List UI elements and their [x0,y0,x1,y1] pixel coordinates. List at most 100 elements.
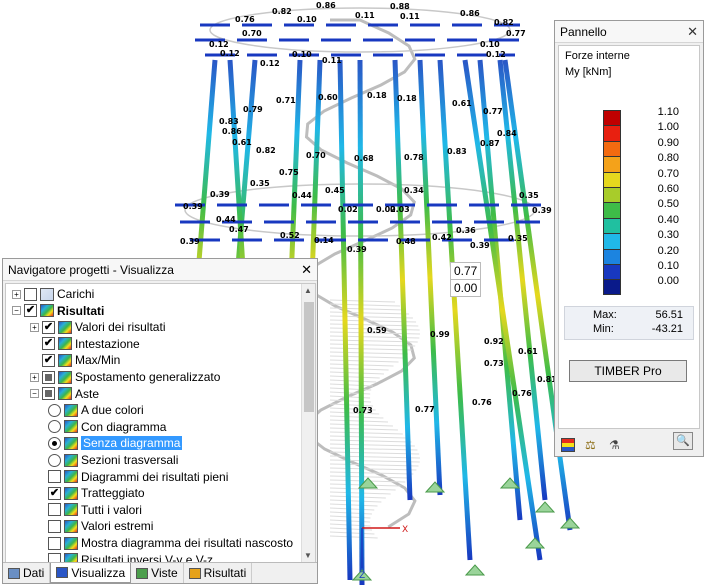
tree-item[interactable]: + ✔ Valori dei risultati [30,319,165,335]
member-value-label: 0.36 [456,226,476,235]
member-value-label: 0.86 [222,127,242,136]
checkbox[interactable]: ✔ [48,486,61,500]
checkbox[interactable] [48,503,61,517]
panel-close-icon[interactable]: ✕ [687,24,698,40]
scale-tick-label: 0.30 [657,229,679,242]
tab-dati[interactable]: Dati [3,563,51,583]
balance-icon[interactable]: ⚖ [585,438,599,452]
cross-sections-icon [64,453,78,467]
scale-swatch [603,110,621,126]
values-icon [58,320,72,334]
expand-icon[interactable]: + [30,322,39,332]
stair-step [329,435,408,439]
scroll-thumb[interactable] [304,302,314,412]
tree-scrollbar[interactable]: ▲ ▼ [301,284,315,562]
member-value-label: 0.35 [508,234,528,243]
load-icon [40,287,54,301]
results-tab-icon [188,567,201,579]
scale-swatch [603,279,621,295]
member-value-label: 0.86 [316,1,336,10]
checkbox[interactable]: ✔ [42,320,55,334]
stair-step [329,467,417,471]
tree-item[interactable]: Mostra diagramma dei risultati nascosto [48,535,293,551]
color-scale[interactable] [603,110,621,295]
tab-visualizza[interactable]: Visualizza [50,563,132,583]
tree-item[interactable]: + Carichi [12,286,94,302]
tree-item[interactable]: Valori estremi [48,518,153,534]
checkbox[interactable]: ✔ [24,304,37,318]
stair-step [329,463,419,467]
member-value-label: 0.82 [272,7,292,16]
radio-button[interactable] [48,436,61,450]
navigator-title: Navigatore progetti - Visualizza [8,262,174,277]
filter-icon[interactable]: ⚗ [609,438,623,452]
tree-item[interactable]: + Spostamento generalizzato [30,369,220,385]
scroll-down-icon[interactable]: ▼ [304,551,312,560]
scroll-up-icon[interactable]: ▲ [304,286,312,295]
tree-item[interactable]: ✔ Tratteggiato [48,485,145,501]
member-value-label: 0.12 [220,49,240,58]
timber-column [437,59,473,561]
member-value-label: 0.71 [276,96,296,105]
member-value-label: 0.34 [404,186,424,195]
checkbox[interactable] [24,287,37,301]
tree-item[interactable]: Sezioni trasversali [48,452,178,468]
tree-item-label: Mostra diagramma dei risultati nascosto [81,536,294,550]
radio-button[interactable] [48,403,61,417]
member-value-label: 0.11 [355,11,375,20]
checkbox[interactable]: ✔ [42,337,55,351]
min-value: -43.21 [651,323,683,335]
tree-item[interactable]: Senza diagramma [48,435,183,451]
expand-icon[interactable]: + [12,289,21,299]
checkbox[interactable] [42,370,55,384]
member-value-label: 0.02 [338,205,358,214]
checkbox[interactable] [48,519,61,533]
result-tag-top: 0.77 [450,262,482,280]
tree-item-label: Risultati [57,303,105,318]
tree-item-label: Sezioni trasversali [81,453,179,467]
navigator-close-icon[interactable]: ✕ [301,262,312,278]
color-scale-icon[interactable] [561,438,575,452]
member-value-label: 0.77 [483,107,503,116]
tree-item[interactable]: − Aste [30,386,99,402]
tree-item[interactable]: − ✔ Risultati [12,303,104,319]
checkbox[interactable]: ✔ [42,353,55,367]
max-label: Max: [593,309,617,321]
member-value-label: 0.18 [397,94,417,103]
checkbox[interactable] [42,387,55,401]
displacement-icon [58,370,72,384]
support [559,517,581,529]
tree-item[interactable]: ✔ Intestazione [30,336,140,352]
collapse-icon[interactable]: − [12,306,21,316]
stair-step [329,375,380,379]
expand-icon[interactable]: + [30,372,39,382]
member-value-label: 0.10 [292,50,312,59]
tree-item[interactable]: Con diagramma [48,419,166,435]
tree-item[interactable]: A due colori [48,402,144,418]
scale-tick-label: 0.10 [657,259,679,272]
checkbox[interactable] [48,536,61,550]
without-diagram-icon [64,436,78,450]
tree-item-label: Aste [75,386,100,401]
checkbox[interactable] [48,470,61,484]
tab-viste[interactable]: Viste [131,563,184,583]
member-value-label: 0.92 [484,337,504,346]
navigator-tabs: Dati Visualizza Viste Risultati [3,562,317,583]
tree-item[interactable]: Diagrammi dei risultati pieni [48,469,228,485]
member-value-label: 0.48 [396,237,416,246]
timber-pro-button[interactable]: TIMBER Pro [569,360,687,382]
radio-button[interactable] [48,453,61,467]
scale-tick-label: 0.60 [657,182,679,195]
member-value-label: 0.76 [235,15,255,24]
member-value-label: 0.61 [232,138,252,147]
tree-item-label: Diagrammi dei risultati pieni [81,469,229,484]
scale-tick-label: 1.00 [657,121,679,134]
member-value-label: 0.61 [452,99,472,108]
tree-item[interactable]: Tutti i valori [48,502,142,518]
member-value-label: 0.39 [180,237,200,246]
collapse-icon[interactable]: − [30,389,39,399]
tree-item[interactable]: ✔ Max/Min [30,352,120,368]
radio-button[interactable] [48,420,61,434]
tab-risultati[interactable]: Risultati [184,563,253,583]
stair-step [329,531,375,535]
